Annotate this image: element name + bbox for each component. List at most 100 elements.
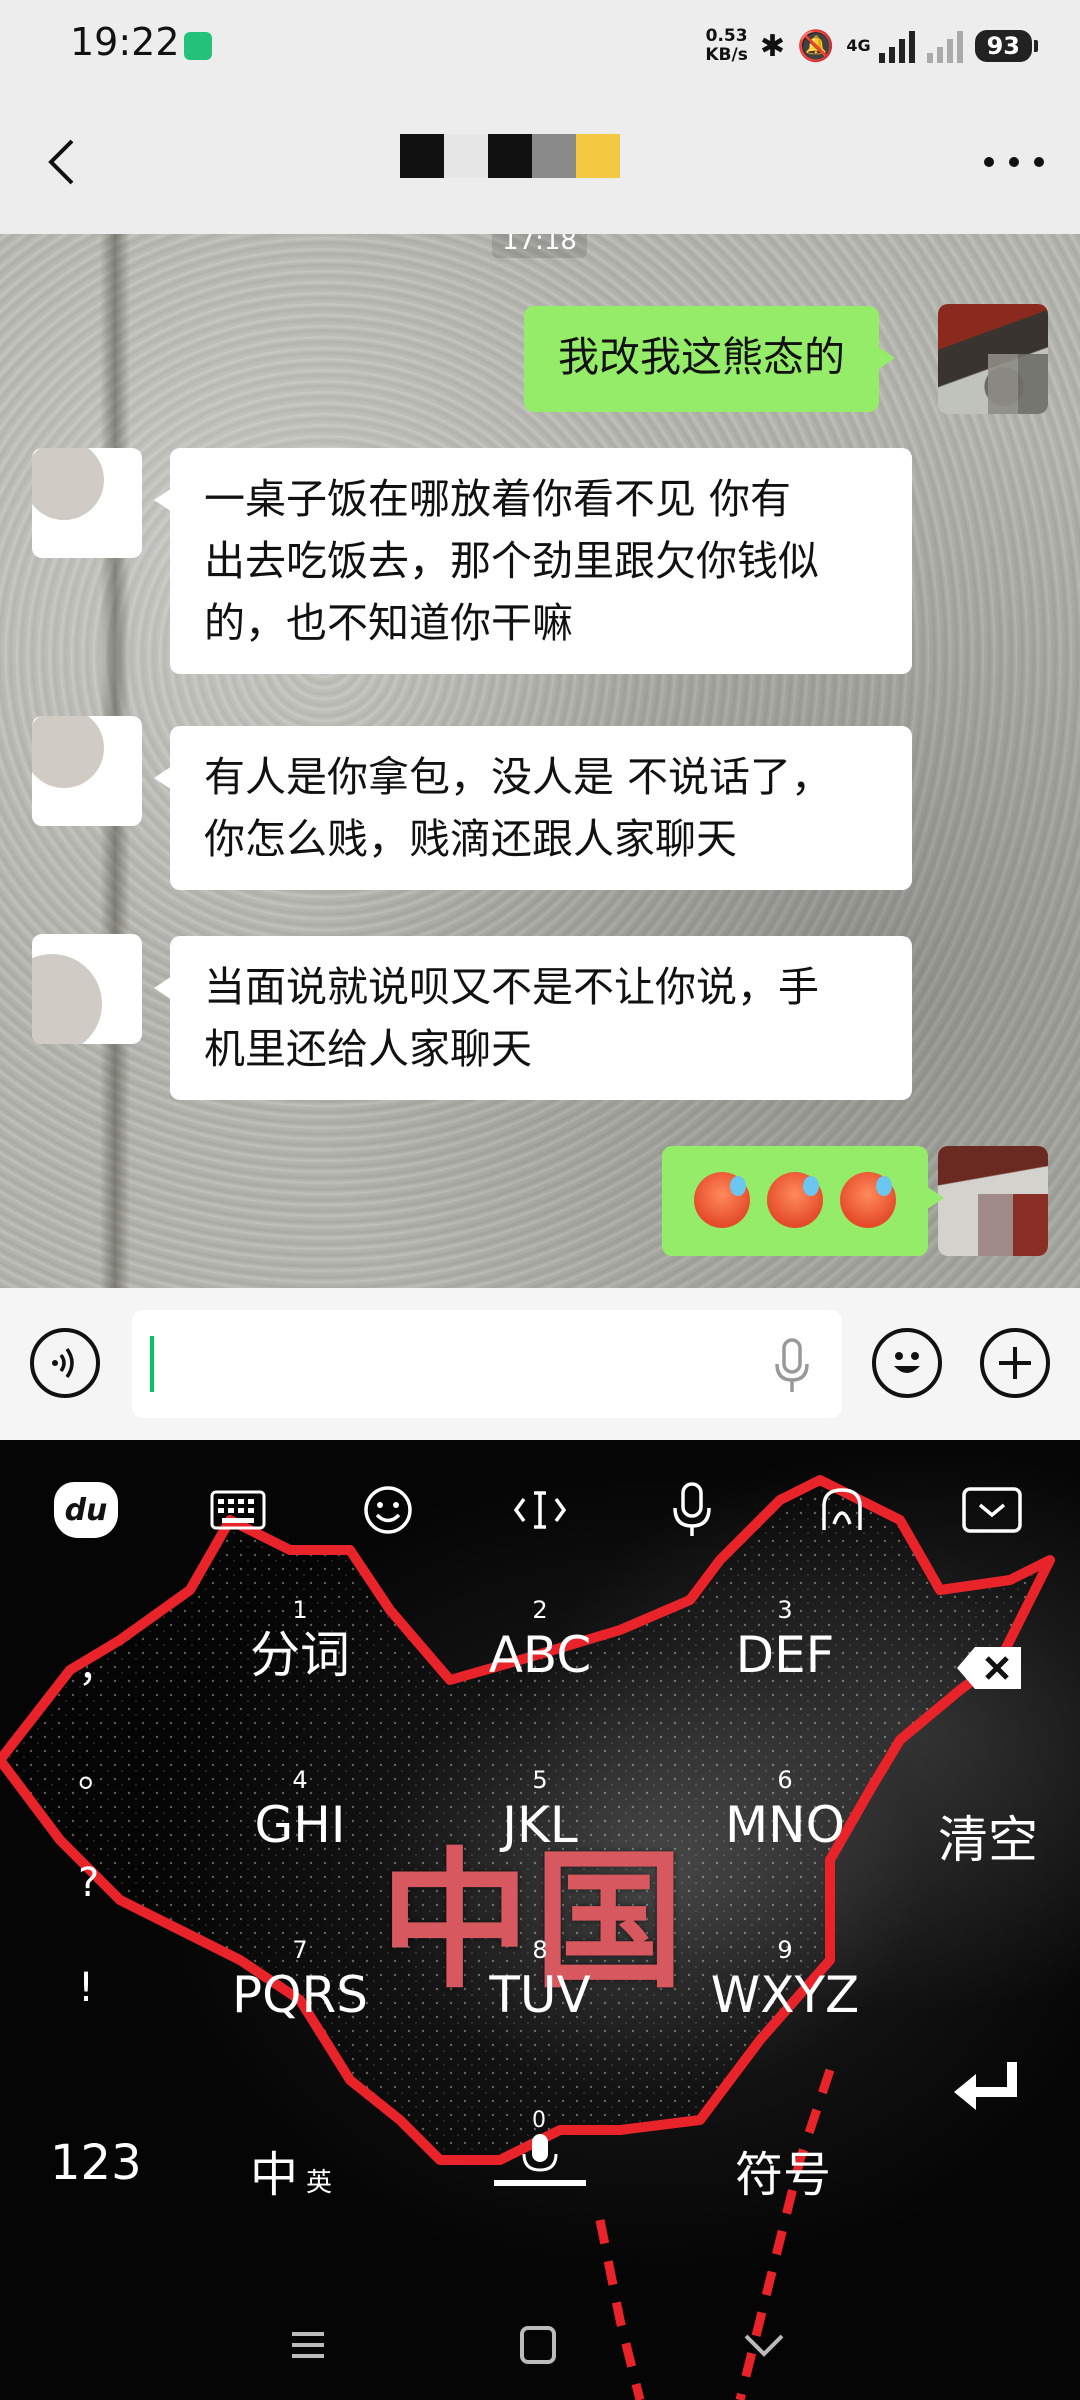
key-5[interactable]: 5 JKL [460,1765,620,1855]
back-button[interactable] [36,132,86,192]
more-dot-icon [1034,157,1044,167]
mic-icon[interactable] [772,1338,812,1394]
message-bubble-other[interactable]: 当面说就说呗又不是不让你说，手 机里还给人家聊天 [154,936,912,1100]
back-chevron-down-icon[interactable] [734,2320,794,2370]
self-avatar[interactable] [938,304,1048,414]
symbols-key[interactable]: 符号 [735,2135,831,2205]
redacted-block [576,134,620,178]
home-icon[interactable] [508,2320,568,2370]
baidu-du-logo: du [54,1482,118,1538]
overheated-face-emoji [767,1172,824,1228]
punct-key-comma[interactable]: ， [78,1635,118,1693]
punct-key-question[interactable]: ? [78,1860,99,1906]
message-line: 有人是你拿包，没人是 不说话了， [204,753,833,801]
message-line: 当面说就说呗又不是不让你说，手 [204,963,819,1011]
message-line: 一桌子饭在哪放着你看不见 你有 [204,475,792,523]
numbers-key[interactable]: 123 [50,2135,142,2191]
more-options-button[interactable] [984,142,1044,182]
punct-key-period[interactable]: 。 [78,1740,118,1798]
emoji-icon [894,1352,920,1373]
key-4[interactable]: 4 GHI [220,1765,380,1855]
voice-icon [52,1347,74,1379]
message-line: 的，也不知道你干嘛 [204,599,573,647]
network-speed-unit: KB/s [705,45,748,65]
mic-icon [673,1482,711,1536]
status-bar: 19:22 0.53 KB/s ✱ 🔕 4G 93 [0,0,1080,92]
status-icons: 0.53 KB/s ✱ 🔕 4G 93 [705,18,1039,74]
bluetooth-icon: ✱ [759,28,785,64]
contact-avatar[interactable] [32,716,142,826]
voice-input-button[interactable] [652,1470,732,1550]
network-speed: 0.53 KB/s [705,27,747,65]
contact-avatar[interactable] [32,934,142,1044]
system-nav-bar [0,2290,1080,2400]
collapse-keyboard-icon [962,1487,1022,1533]
voice-toggle-button[interactable] [30,1328,100,1398]
key-2[interactable]: 2 ABC [460,1595,620,1685]
key-3[interactable]: 3 DEF [705,1595,865,1685]
signal-2-icon [926,29,963,63]
redacted-block [532,134,576,178]
message-input-bar [0,1288,1080,1440]
message-bubble-self[interactable] [662,1146,945,1256]
message-line: 机里还给人家聊天 [204,1025,532,1073]
enter-icon[interactable] [950,2058,1024,2114]
self-avatar[interactable] [938,1146,1048,1256]
language-main: 中 [250,2147,299,2203]
contact-avatar[interactable] [32,448,142,558]
key-6[interactable]: 6 MNO [705,1765,865,1855]
emoji-button[interactable] [872,1328,942,1398]
more-dot-icon [984,157,994,167]
ime-keyboard: 中国 du ， 。 ? ! 1 分词 2 ABC 3 DEF 4 GHI 5 J… [0,1440,1080,2400]
redacted-block [400,134,444,178]
chat-title-redacted [400,134,620,178]
keyboard-icon [210,1490,266,1530]
redacted-block [488,134,532,178]
space-key[interactable] [492,2130,588,2190]
plus-icon [999,1347,1031,1379]
handwriting-icon [822,1488,862,1530]
language-switch-key[interactable]: 中英 [250,2135,332,2205]
clear-key[interactable]: 清空 [938,1800,1038,1872]
smiley-icon [364,1486,412,1534]
backspace-icon[interactable] [955,1645,1023,1691]
cursor-move-button[interactable] [500,1470,580,1550]
keyboard-toolbar: du [0,1470,1080,1550]
language-sub: 英 [306,2168,333,2198]
keyboard-switch-button[interactable] [198,1470,278,1550]
more-functions-button[interactable] [980,1328,1050,1398]
message-bubble-other[interactable]: 一桌子饭在哪放着你看不见 你有 出去吃饭去，那个劲里跟欠你钱似 的，也不知道你干… [154,448,912,674]
space-mic-icon [494,2134,586,2186]
message-bubble-other[interactable]: 有人是你拿包，没人是 不说话了， 你怎么贱，贱滴还跟人家聊天 [154,726,912,890]
baidu-logo-button[interactable]: du [46,1470,126,1550]
network-speed-value: 0.53 [705,26,748,46]
message-line: 出去吃饭去，那个劲里跟欠你钱似 [204,537,819,585]
signal-icon [878,29,915,63]
punct-key-exclaim[interactable]: ! [78,1965,94,2011]
chat-title-bar [0,92,1080,234]
hide-keyboard-button[interactable] [952,1470,1032,1550]
message-text: 我改我这熊态的 [558,333,845,381]
key-9[interactable]: 9 WXYZ [705,1935,865,2025]
silent-bell-icon: 🔕 [796,28,835,64]
message-input[interactable] [132,1310,842,1418]
key-8[interactable]: 8 TUV [460,1935,620,2025]
chevron-left-icon [48,139,74,185]
key-1[interactable]: 1 分词 [220,1595,380,1685]
text-cursor-icon [513,1491,567,1529]
message-timestamp: 17:18 [492,234,587,258]
overheated-face-emoji [694,1172,750,1228]
status-time: 19:22 [70,20,180,64]
overheated-face-emoji [840,1172,897,1228]
app-notification-icon [184,32,212,60]
handwriting-button[interactable] [802,1470,882,1550]
menu-icon[interactable] [278,2320,338,2370]
text-caret [150,1336,154,1392]
redacted-block [444,134,488,178]
key-7[interactable]: 7 PQRS [220,1935,380,2025]
message-bubble-self[interactable]: 我改我这熊态的 [524,306,895,412]
emoji-panel-button[interactable] [348,1470,428,1550]
chat-messages[interactable]: 17:18 我改我这熊态的 一桌子饭在哪放着你看不见 你有 出去吃饭去，那个劲里… [0,234,1080,1288]
battery-indicator: 93 [974,30,1039,62]
message-line: 你怎么贱，贱滴还跟人家聊天 [204,815,737,863]
